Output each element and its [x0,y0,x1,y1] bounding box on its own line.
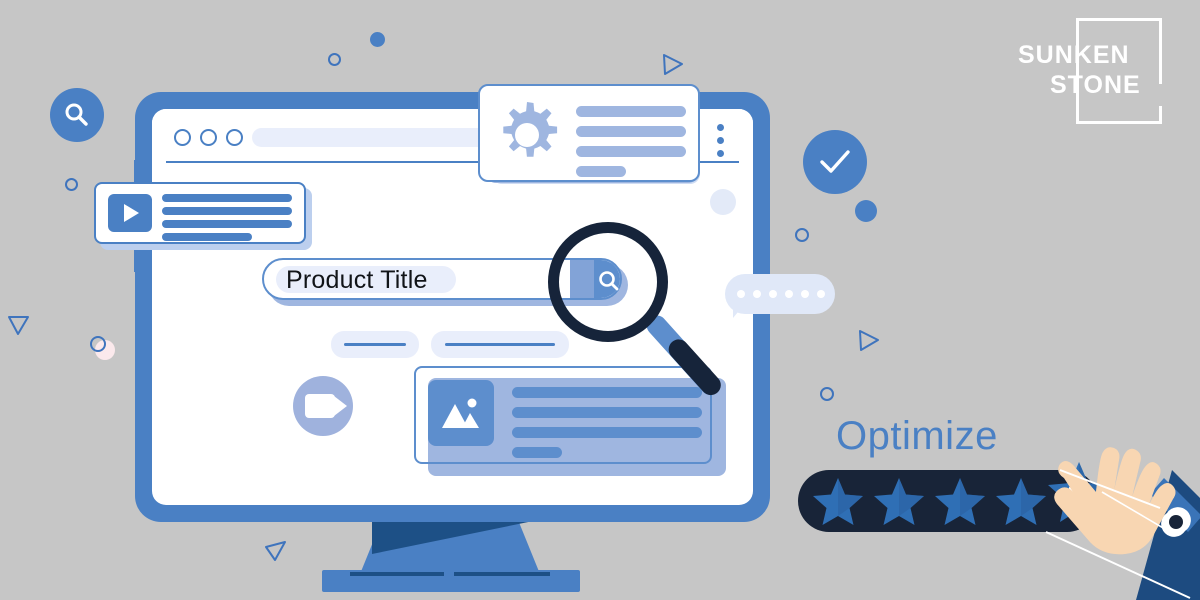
rating-star-3[interactable] [934,476,986,526]
image-placeholder-icon [442,398,479,428]
chat-dot [785,290,793,298]
decor-triangle-outline [859,330,879,351]
kebab-menu-icon[interactable] [717,124,724,131]
decor-dot-outline [820,387,834,401]
settings-text-line [576,166,626,177]
magnifier-lens-ring [548,222,668,342]
decor-dot-outline [795,228,809,242]
filter-pill-1-line [344,343,406,346]
video-text-line [162,207,292,215]
logo-wordmark: SUNKEN STONE [1018,40,1188,100]
rating-star-1[interactable] [812,476,864,526]
monitor-stand-base-gap [444,570,454,578]
illustration-canvas: Product Title Optimize SUNKEN STONE [0,0,1200,600]
decor-dot-outline [90,336,106,352]
decor-triangle-outline [8,316,29,335]
video-camera-lens-icon [334,396,347,416]
product-text-line [512,427,702,438]
logo-bracket-top [1076,18,1162,21]
decor-triangle-outline [265,541,286,561]
video-camera-icon [305,394,335,418]
video-text-line [162,233,252,241]
kebab-menu-icon[interactable] [717,137,724,144]
product-text-line [512,407,702,418]
video-text-line [162,194,292,202]
settings-text-line [576,146,686,157]
chat-dot [737,290,745,298]
chat-dot [817,290,825,298]
check-icon [820,150,850,173]
chat-dot [753,290,761,298]
product-text-line [512,387,702,398]
rating-star-2[interactable] [873,476,925,526]
video-text-line [162,220,292,228]
logo-line-2: STONE [1050,71,1141,99]
settings-text-line [576,106,686,117]
pointer-line [1045,469,1191,599]
decor-dot-filled [370,32,385,47]
product-text-line [512,447,562,458]
window-control-minimize[interactable] [200,129,217,146]
chat-dot [769,290,777,298]
search-input-value[interactable]: Product Title [286,265,506,295]
logo-line-1: SUNKEN [1018,41,1130,69]
logo-bracket-bottom [1076,121,1162,124]
placeholder-circle [710,189,736,215]
window-control-close[interactable] [174,129,191,146]
window-control-maximize[interactable] [226,129,243,146]
decor-dot-outline [65,178,78,191]
kebab-menu-icon[interactable] [717,150,724,157]
decor-triangle-outline [663,54,683,75]
logo-bracket-right-lower [1159,106,1162,124]
chat-dot [801,290,809,298]
chat-bubble-tail [733,306,743,318]
decor-dot-outline [328,53,341,66]
decor-dot-filled [855,200,877,222]
search-icon [65,103,88,126]
settings-text-line [576,126,686,137]
filter-pill-2-line [445,343,555,346]
sunken-stone-logo: SUNKEN STONE [1010,18,1180,124]
play-icon [124,204,139,222]
gear-icon [503,102,558,157]
